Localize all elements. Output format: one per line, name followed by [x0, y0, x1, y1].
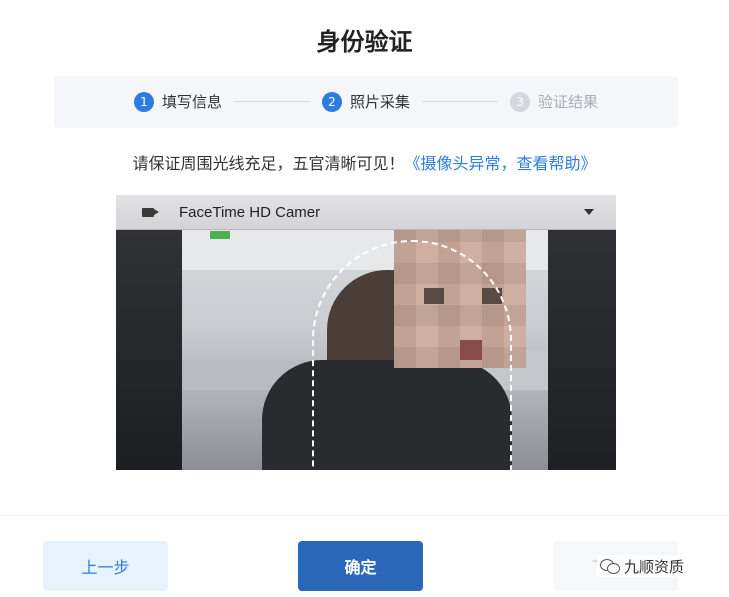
previous-step-button[interactable]: 上一步: [43, 541, 168, 591]
step-number: 3: [510, 91, 530, 112]
capture-hint: 请保证周围光线充足，五官清晰可见！《摄像头异常，查看帮助》: [0, 150, 729, 174]
step-result: 3 验证结果: [510, 91, 598, 112]
video-camera-icon: [142, 208, 159, 217]
camera-help-link[interactable]: 《摄像头异常，查看帮助》: [405, 154, 597, 173]
step-label: 验证结果: [538, 93, 599, 111]
step-connector: [234, 101, 310, 102]
step-label: 填写信息: [162, 93, 223, 111]
camera-device-name: FaceTime HD Camer: [179, 204, 321, 221]
chevron-down-icon[interactable]: [584, 209, 594, 215]
camera-feed: [182, 200, 548, 470]
watermark: 九顺资质: [597, 555, 688, 577]
camera-letterbox-left: [116, 230, 182, 470]
page-title: 身份验证: [316, 28, 413, 56]
step-connector: [422, 101, 498, 102]
confirm-button[interactable]: 确定: [298, 541, 423, 591]
camera-select[interactable]: FaceTime HD Camer: [116, 195, 616, 230]
step-fill-info: 1 填写信息: [134, 91, 222, 112]
face-guide-outline: [312, 240, 512, 470]
camera-preview: FaceTime HD Camer: [116, 195, 616, 470]
watermark-text: 九顺资质: [624, 557, 685, 576]
hint-text: 请保证周围光线充足，五官清晰可见！: [132, 154, 405, 173]
step-photo-capture: 2 照片采集: [322, 91, 410, 112]
exit-sign: [210, 231, 230, 239]
footer-divider: [0, 515, 729, 516]
step-number: 2: [322, 91, 342, 112]
step-label: 照片采集: [350, 93, 411, 111]
step-indicator: 1 填写信息 2 照片采集 3 验证结果: [54, 76, 678, 128]
step-number: 1: [134, 91, 154, 112]
wechat-icon: [600, 558, 620, 574]
camera-letterbox-right: [548, 230, 616, 470]
